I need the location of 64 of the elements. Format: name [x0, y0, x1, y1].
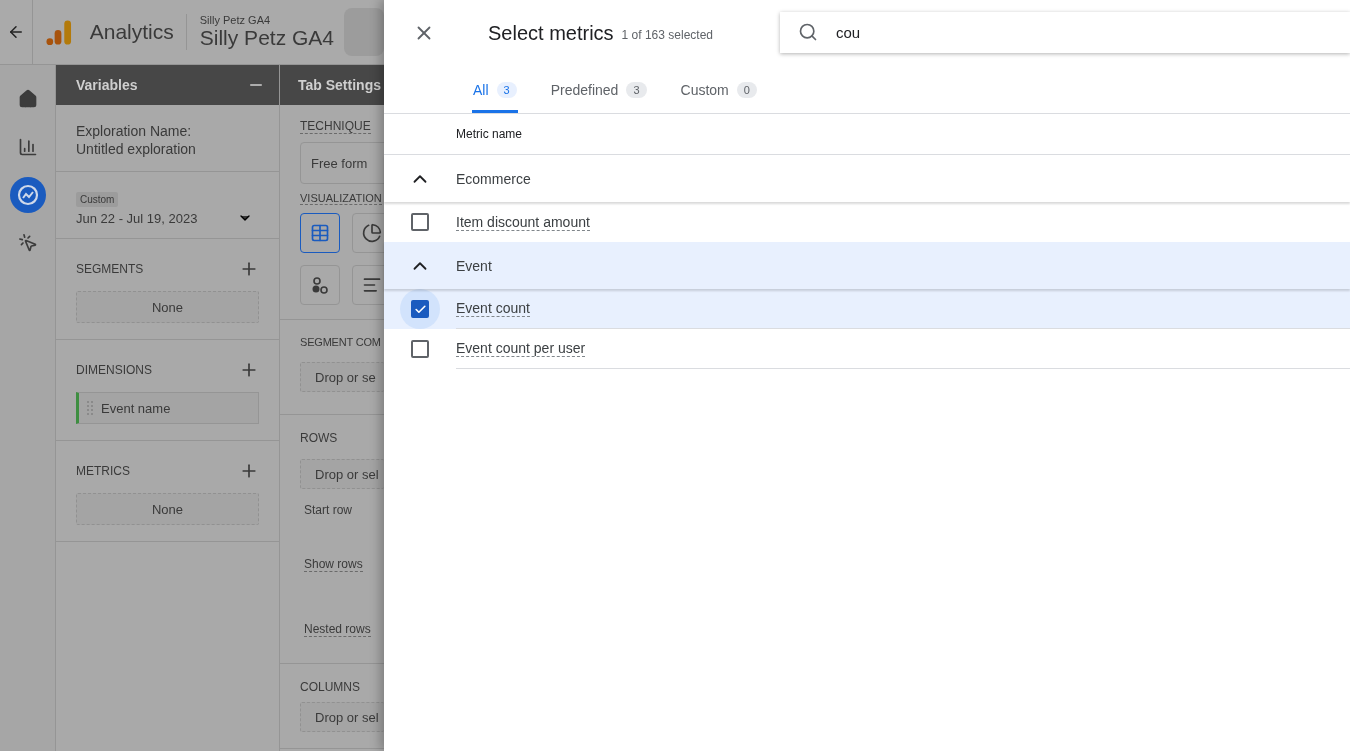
metric-name: Event count — [456, 300, 530, 317]
metric-row[interactable]: Event count — [384, 289, 1350, 329]
metric-name: Item discount amount — [456, 213, 590, 231]
filter-tab[interactable]: Predefined 3 — [549, 66, 648, 113]
metric-row[interactable]: Item discount amount — [384, 202, 1350, 242]
visualization-button[interactable] — [352, 265, 384, 305]
empty-drop-zone[interactable]: None — [76, 291, 259, 323]
group-row[interactable]: Event — [384, 242, 1350, 289]
nav-button[interactable] — [9, 177, 46, 213]
search-icon — [798, 22, 818, 42]
scatter-icon — [310, 275, 330, 295]
dialog-title: Select metrics — [488, 21, 614, 45]
group-name: Ecommerce — [456, 170, 531, 187]
section-title: ROWS — [300, 431, 339, 445]
table-icon — [310, 223, 330, 243]
account-name: Silly Petz GA4 — [199, 14, 272, 26]
chip-label: Event name — [101, 400, 171, 416]
visualization-button[interactable] — [352, 213, 384, 253]
date-badge: Custom — [76, 192, 119, 207]
checkbox[interactable] — [411, 213, 429, 231]
setting-label: Show rows — [304, 557, 363, 572]
group-name: Event — [456, 257, 492, 274]
section-title: SEGMENTS — [76, 262, 144, 276]
filter-tab[interactable]: All 3 — [472, 66, 518, 113]
drop-zone[interactable]: Drop or sel — [300, 459, 384, 489]
metric-row[interactable]: Event count per user — [384, 329, 1350, 369]
cursor-click-icon — [17, 233, 38, 253]
dimension-chip[interactable]: Event name — [76, 392, 259, 424]
checkbox[interactable] — [411, 300, 429, 318]
panel-title: Tab Settings — [298, 77, 381, 93]
filter-tab[interactable]: Custom 0 — [679, 66, 758, 113]
column-title: Metric name — [456, 127, 523, 141]
visualization-button[interactable] — [300, 265, 340, 305]
donut-chart-icon — [362, 223, 382, 243]
drop-zone[interactable]: Drop or se — [300, 362, 384, 392]
drag-handle-icon[interactable] — [87, 401, 95, 415]
property-name[interactable]: Silly Petz GA4 — [199, 26, 334, 50]
section-title: METRICS — [76, 464, 130, 478]
section-title: SEGMENT COM — [300, 336, 381, 348]
visualization-button[interactable] — [300, 213, 340, 253]
analytics-logo — [44, 17, 74, 47]
empty-drop-zone[interactable]: None — [76, 493, 259, 525]
exploration-name[interactable]: Untitled exploration — [76, 141, 259, 157]
panel-title: Variables — [76, 77, 138, 93]
section-title: DIMENSIONS — [76, 363, 152, 377]
explore-icon — [15, 183, 40, 207]
check-icon — [413, 302, 427, 316]
selection-count: 1 of 163 selected — [621, 28, 713, 42]
field-label: Exploration Name: — [76, 123, 193, 139]
home-icon — [17, 89, 38, 109]
date-range[interactable]: Jun 22 - Jul 19, 2023 — [76, 210, 198, 226]
bar-chart-icon — [362, 275, 382, 295]
app-title: Analytics — [89, 20, 174, 44]
setting-label: Nested rows — [304, 622, 371, 637]
bar-chart-icon — [17, 137, 38, 157]
section-title: COLUMNS — [300, 680, 361, 694]
group-row[interactable]: Ecommerce — [384, 155, 1350, 202]
checkbox[interactable] — [411, 340, 429, 358]
drop-zone[interactable]: Drop or sel — [300, 702, 384, 732]
metric-name: Event count per user — [456, 340, 586, 357]
search-field[interactable]: cou — [780, 12, 1350, 53]
section-title: VISUALIZATION — [300, 192, 382, 205]
setting-label: Start row — [303, 503, 353, 517]
section-title: TECHNIQUE — [300, 119, 371, 134]
